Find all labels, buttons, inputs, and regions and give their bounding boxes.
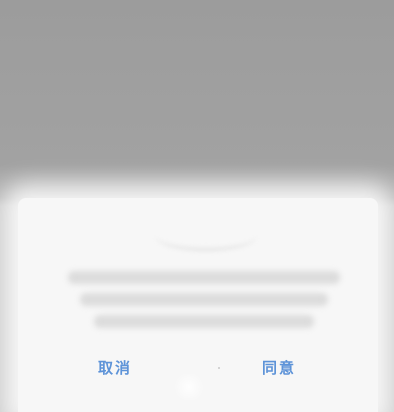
- button-divider: [218, 367, 220, 369]
- dialog-illustration: [156, 222, 256, 251]
- cancel-button[interactable]: 取消: [70, 350, 160, 386]
- blurred-text-line: [68, 271, 340, 284]
- touch-indicator: [172, 374, 206, 400]
- blurred-text-line: [80, 293, 328, 306]
- agree-button[interactable]: 同意: [234, 350, 324, 386]
- blurred-text-line: [94, 315, 314, 328]
- dialog-message: [54, 262, 354, 337]
